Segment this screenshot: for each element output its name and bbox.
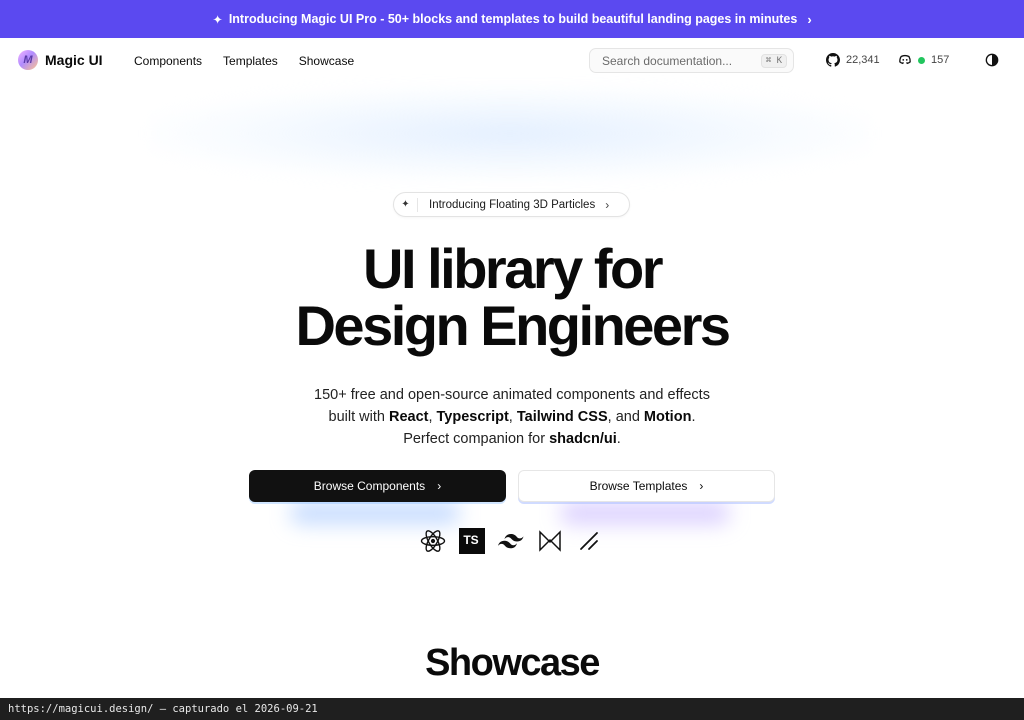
hero-title-line2: Design Engineers [295, 294, 731, 357]
nav-components[interactable]: Components [134, 54, 202, 68]
sub-period: . [616, 431, 621, 447]
tech-shadcn: shadcn/ui [549, 431, 617, 447]
hero-sub-line3: Perfect companion for shadcn/ui. [0, 428, 1024, 450]
magic-ui-logo-icon: M [18, 50, 38, 70]
hero-sub-line2: built with React, Typescript, Tailwind C… [0, 406, 1024, 428]
hero-title-line1: UI library for [363, 237, 663, 300]
github-icon [826, 53, 840, 67]
tech-react: React [388, 409, 429, 425]
react-icon [420, 528, 446, 554]
site-header: M Magic UI Components Templates Showcase… [0, 38, 1024, 84]
tech-motion: Motion [643, 409, 692, 425]
showcase-heading: Showcase [425, 642, 600, 684]
chevron-right-icon: › [699, 479, 704, 493]
sparkle-icon: ✦ [394, 197, 418, 212]
tailwind-icon [498, 528, 524, 554]
online-status-dot [918, 56, 925, 64]
pill-text: Introducing Floating 3D Particles [429, 198, 596, 211]
tech-stack-icons: TS [420, 528, 602, 554]
tech-tailwind: Tailwind CSS [516, 409, 608, 425]
main-nav: Components Templates Showcase [134, 54, 354, 68]
typescript-icon: TS [459, 528, 485, 554]
banner-text: Introducing Magic UI Pro - 50+ blocks an… [228, 12, 798, 26]
browse-templates-button[interactable]: Browse Templates › [518, 470, 775, 502]
browse-components-button[interactable]: Browse Components › [249, 470, 506, 502]
nav-showcase[interactable]: Showcase [299, 54, 354, 68]
shadcn-icon [576, 528, 602, 554]
sub-sep: , and [607, 409, 644, 425]
hero-title: UI library for Design Engineers [0, 240, 1024, 354]
discord-link[interactable]: 157 [898, 53, 949, 67]
discord-icon [899, 54, 911, 65]
button-label: Browse Components [313, 479, 426, 493]
discord-count: 157 [931, 54, 950, 66]
sub-sep: , [508, 409, 517, 425]
hero-subtitle: 150+ free and open-source animated compo… [0, 384, 1024, 450]
logo-text: Magic UI [45, 52, 103, 68]
sub-period: . [691, 409, 696, 425]
announcement-banner[interactable]: ✦ Introducing Magic UI Pro - 50+ blocks … [0, 0, 1024, 38]
sub-text: Perfect companion for [403, 431, 550, 447]
button-label: Browse Templates [589, 479, 688, 493]
announcement-pill[interactable]: ✦ Introducing Floating 3D Particles › [393, 192, 630, 217]
primary-button-glow [290, 502, 460, 524]
hero-glow [150, 86, 870, 181]
chevron-right-icon: › [437, 479, 442, 493]
search-box[interactable]: ⌘ K [589, 48, 794, 73]
search-shortcut: ⌘ K [760, 53, 787, 68]
theme-toggle-icon[interactable] [985, 53, 999, 67]
chevron-right-icon: › [807, 11, 812, 27]
motion-icon [537, 528, 563, 554]
nav-templates[interactable]: Templates [223, 54, 278, 68]
sub-sep: , [428, 409, 437, 425]
logo[interactable]: M Magic UI [18, 50, 103, 70]
github-link[interactable]: 22,341 [826, 53, 880, 67]
sub-text: built with [328, 409, 389, 425]
github-stars: 22,341 [846, 54, 880, 66]
tech-typescript: Typescript [436, 409, 509, 425]
secondary-button-glow [560, 502, 730, 524]
search-input[interactable] [602, 53, 761, 68]
hero-sub-line1: 150+ free and open-source animated compo… [314, 387, 710, 403]
sparkles-icon: ✦ [212, 12, 223, 27]
chevron-right-icon: › [605, 197, 610, 212]
status-bar: https://magicui.design/ — capturado el 2… [0, 698, 1024, 720]
